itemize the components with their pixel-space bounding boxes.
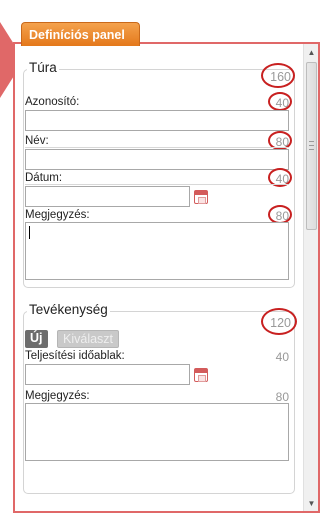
annotation-circle	[268, 92, 292, 111]
tura-legend: Túra	[27, 60, 59, 75]
tab-definition-panel[interactable]: Definíciós panel	[21, 22, 140, 46]
new-button[interactable]: Új	[25, 330, 48, 348]
nev-label: Név:	[25, 135, 49, 147]
datum-input[interactable]	[25, 186, 190, 207]
datum-label: Dátum:	[25, 172, 63, 184]
date-underline	[25, 184, 289, 185]
tevekenyseg-megjegyzes-textarea[interactable]	[25, 403, 289, 461]
annotation-circle	[261, 308, 297, 335]
select-button[interactable]: Kiválaszt	[57, 330, 120, 348]
vertical-scrollbar[interactable]: ▲ ▼	[303, 44, 318, 511]
name-underline	[25, 147, 289, 148]
panel-content: Túra 160 Azonosító: 40 Név: 80 Dátum: 40…	[15, 44, 303, 511]
nev-input[interactable]	[25, 149, 289, 170]
tevekenyseg-megjegyzes-count: 80	[275, 390, 289, 404]
annotation-circle	[261, 63, 295, 88]
teljesitesi-idoablak-count: 40	[275, 350, 289, 364]
grip-icon	[309, 141, 314, 150]
teljesitesi-idoablak-input[interactable]	[25, 364, 190, 385]
tura-megjegyzes-textarea[interactable]	[25, 222, 289, 280]
tevekenyseg-megjegyzes-label: Megjegyzés:	[25, 390, 90, 402]
calendar-icon[interactable]	[194, 190, 208, 204]
tura-megjegyzes-label: Megjegyzés:	[25, 209, 90, 221]
scroll-down-arrow-icon[interactable]: ▼	[304, 497, 319, 511]
scroll-up-arrow-icon[interactable]: ▲	[304, 46, 319, 60]
azonosito-label: Azonosító:	[25, 96, 80, 108]
teljesitesi-idoablak-label: Teljesítési időablak:	[25, 350, 125, 362]
azonosito-input[interactable]	[25, 110, 289, 131]
tevekenyseg-legend: Tevékenység	[27, 302, 110, 317]
calendar-icon[interactable]	[194, 368, 208, 382]
text-cursor	[29, 226, 30, 239]
scrollbar-thumb[interactable]	[306, 62, 317, 230]
